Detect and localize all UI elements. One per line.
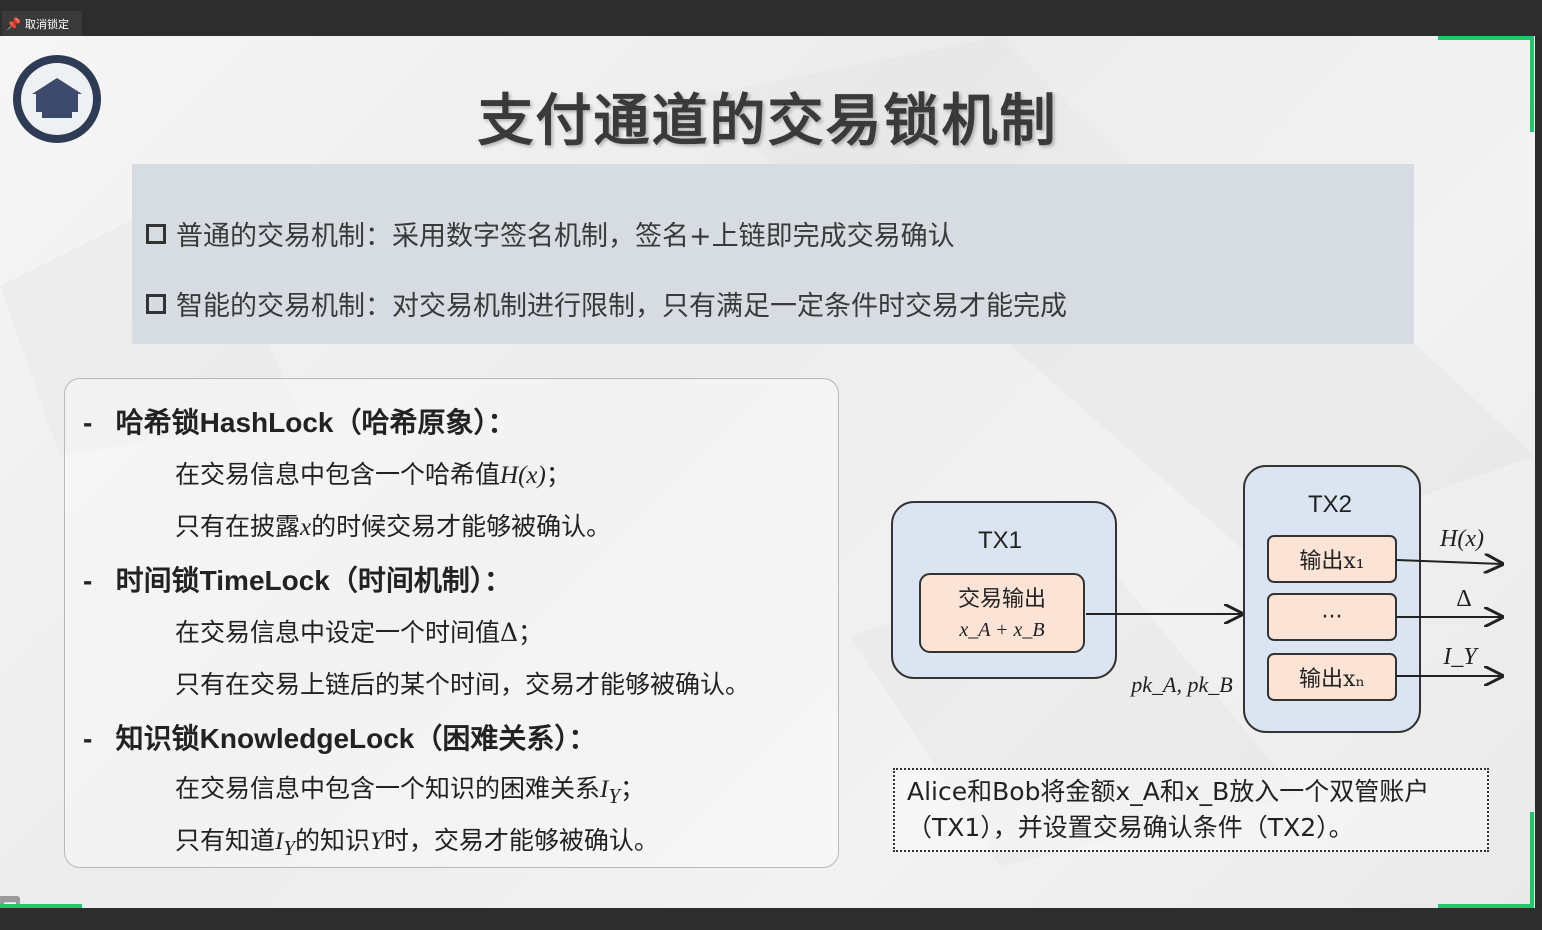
hashlock-line-2: 只有在披露x的时候交易才能够被确认。 <box>175 512 612 541</box>
summary-panel: 普通的交易机制：采用数字签名机制，签名+上链即完成交易确认 智能的交易机制：对交… <box>132 164 1414 344</box>
tx1-output-line2: x_A + x_B <box>958 619 1044 641</box>
condition-hash: H(x) <box>1439 526 1484 552</box>
condition-delta: Δ <box>1456 586 1471 612</box>
bottom-bar <box>0 908 1542 930</box>
tx1-output-line1: 交易输出 <box>958 587 1046 612</box>
hashlock-line-1: 在交易信息中包含一个哈希值H(x)； <box>175 460 571 489</box>
unlock-label: 取消锁定 <box>24 18 69 31</box>
timelock-heading: - 时间锁TimeLock（时间机制）： <box>83 565 512 596</box>
pk-label: pk_A, pk_B <box>1129 672 1232 697</box>
tx2-label: TX2 <box>1308 491 1352 518</box>
share-border-top-right <box>1438 36 1534 40</box>
tx2-output-1-label: 输出x₁ <box>1299 549 1364 574</box>
condition-knowledge: I_Y <box>1442 644 1479 670</box>
note-line-2: （TX1），并设置交易确认条件（TX2）。 <box>907 813 1354 842</box>
knowledgelock-line-1: 在交易信息中包含一个知识的困难关系IY； <box>175 774 645 808</box>
explanation-note: Alice和Bob将金额x_A和x_B放入一个双管账户 （TX1），并设置交易确… <box>893 768 1489 852</box>
share-border-right-top <box>1530 36 1534 132</box>
summary-text: 智能的交易机制：对交易机制进行限制，只有满足一定条件时交易才能完成 <box>176 291 1067 322</box>
tx-diagram: TX1 交易输出 x_A + x_B pk_A, pk_B TX2 输出x₁ ·… <box>891 465 1520 733</box>
share-border-bottom-right <box>1438 904 1534 908</box>
note-line-1: Alice和Bob将金额x_A和x_B放入一个双管账户 <box>907 777 1430 806</box>
summary-text: 普通的交易机制：采用数字签名机制，签名+上链即完成交易确认 <box>176 221 955 252</box>
tx1-label: TX1 <box>978 527 1022 554</box>
tx2-output-n-label: 输出xₙ <box>1299 667 1365 692</box>
hashlock-heading: - 哈希锁HashLock（哈希原象）： <box>83 407 516 438</box>
knowledgelock-line-2: 只有知道IY的知识Y时，交易才能够被确认。 <box>175 826 659 860</box>
slide-title: 支付通道的交易锁机制 <box>477 89 1058 154</box>
share-border-bottom-left <box>0 904 82 908</box>
timelock-line-2: 只有在交易上链后的某个时间，交易才能够被确认。 <box>175 670 751 699</box>
tx2-output-dots-label: ··· <box>1322 605 1343 630</box>
presentation-slide: 支付通道的交易锁机制 普通的交易机制：采用数字签名机制，签名+上链即完成交易确认… <box>0 36 1535 908</box>
pin-icon: 📌 <box>6 17 21 31</box>
lock-types-panel: - 哈希锁HashLock（哈希原象）： 在交易信息中包含一个哈希值H(x)； … <box>64 378 839 868</box>
timelock-line-1: 在交易信息中设定一个时间值Δ； <box>175 618 544 647</box>
top-bar <box>0 0 1542 36</box>
summary-item: 普通的交易机制：采用数字签名机制，签名+上链即完成交易确认 <box>146 214 955 253</box>
square-bullet-icon <box>146 293 166 314</box>
square-bullet-icon <box>146 223 166 244</box>
unlock-button[interactable]: 📌 取消锁定 <box>2 11 82 39</box>
summary-item: 智能的交易机制：对交易机制进行限制，只有满足一定条件时交易才能完成 <box>146 284 1067 323</box>
share-border-right-bottom <box>1530 812 1534 908</box>
knowledgelock-heading: - 知识锁KnowledgeLock（困难关系）： <box>83 723 597 754</box>
